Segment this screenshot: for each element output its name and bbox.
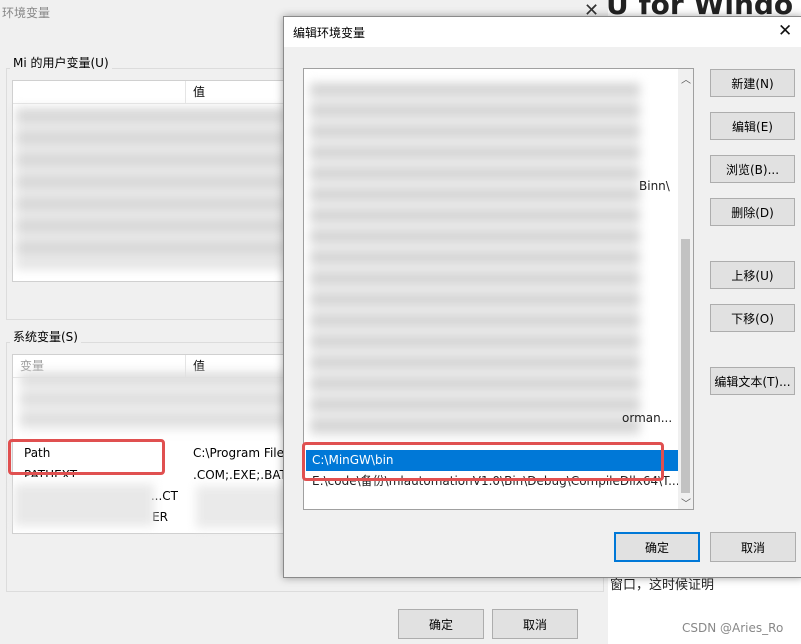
scrollbar-thumb[interactable]: [681, 239, 690, 493]
csdn-watermark: CSDN @Aries_Ro: [682, 621, 784, 635]
mingw-highlight-box: [302, 442, 664, 481]
scroll-down-icon[interactable]: ﹀: [681, 495, 691, 509]
system-row-value: C:\Program File: [193, 446, 284, 460]
user-vars-redacted: [16, 108, 286, 268]
system-vars-label: 系统变量(S): [10, 328, 81, 345]
system-values-redacted: [196, 486, 286, 528]
path-highlight-box: [8, 439, 165, 475]
path-partial-text: Binn\: [639, 179, 670, 193]
move-up-button[interactable]: 上移(U): [710, 261, 795, 289]
system-rows-redacted: [14, 484, 154, 526]
move-down-button[interactable]: 下移(O): [710, 304, 795, 332]
system-vars-redacted: [20, 372, 290, 432]
scroll-up-icon[interactable]: ︿: [681, 71, 691, 86]
dialog-cancel-button[interactable]: 取消: [710, 532, 796, 562]
dialog-title: 编辑环境变量: [293, 26, 366, 40]
user-vars-label: Mi 的用户变量(U): [10, 54, 112, 71]
path-list-redacted: [310, 83, 640, 438]
env-cancel-button[interactable]: 取消: [492, 609, 578, 639]
edit-button[interactable]: 编辑(E): [710, 112, 795, 140]
dialog-close-icon[interactable]: ✕: [778, 21, 792, 41]
new-button[interactable]: 新建(N): [710, 69, 795, 97]
delete-button[interactable]: 删除(D): [710, 198, 795, 226]
user-col-variable[interactable]: [13, 81, 186, 104]
dialog-ok-button[interactable]: 确定: [614, 532, 700, 562]
edit-env-dialog: 编辑环境变量 ✕ Binn\ orman... C:\MinGW\bin E:\…: [283, 16, 801, 578]
browse-button[interactable]: 浏览(B)...: [710, 155, 795, 183]
system-row-value: .COM;.EXE;.BAT: [193, 468, 287, 482]
env-ok-button[interactable]: 确定: [398, 609, 484, 639]
path-partial-text: orman...: [622, 411, 673, 425]
env-window-title: 环境变量: [2, 6, 51, 20]
edit-text-button[interactable]: 编辑文本(T)...: [710, 367, 795, 395]
